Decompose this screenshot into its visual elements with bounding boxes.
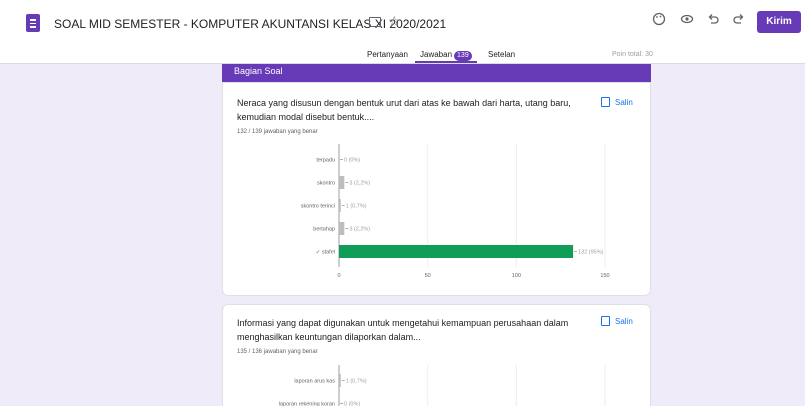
tab-questions[interactable]: Pertanyaan [367, 50, 408, 59]
response-bar-chart: laporan arus kas 1 (0,7%) laporan rekening… [279, 365, 606, 406]
tab-settings[interactable]: Setelan [488, 50, 515, 59]
bar [339, 176, 345, 189]
tab-responses-label: Jawaban [420, 50, 453, 59]
question-card: Neraca yang disusun dengan bentuk urut d… [222, 82, 651, 296]
send-button[interactable]: Kirim [757, 11, 801, 33]
forms-app-icon[interactable] [26, 14, 40, 32]
redo-icon[interactable] [730, 12, 748, 30]
category-label: skontro [317, 181, 335, 187]
section-header: Bagian Soal [222, 64, 651, 82]
x-tick-label: 150 [600, 273, 609, 279]
category-label: ✓ stafel [316, 250, 335, 256]
value-label: 132 (95%) [578, 250, 604, 256]
palette-icon[interactable] [650, 12, 668, 30]
folder-icon[interactable] [369, 17, 381, 27]
undo-icon[interactable] [704, 12, 722, 30]
category-label: laporan arus kas [294, 379, 335, 385]
tab-responses[interactable]: Jawaban 139 [420, 50, 472, 61]
x-tick-label: 100 [512, 273, 521, 279]
value-label: 1 (0,7%) [346, 204, 367, 210]
value-label: 1 (0,7%) [346, 379, 367, 385]
x-tick-label: 0 [337, 273, 340, 279]
bar [339, 222, 345, 235]
value-label: 3 (2,2%) [349, 227, 370, 233]
category-label: skontro terinci [301, 204, 335, 210]
bar [339, 199, 341, 212]
value-label: 0 (0%) [344, 158, 360, 164]
question-card: Informasi yang dapat digunakan untuk men… [222, 304, 651, 406]
star-icon[interactable]: ☆ [388, 13, 401, 30]
responses-count-badge: 139 [454, 51, 472, 61]
bar [339, 374, 341, 387]
x-tick-label: 50 [425, 273, 431, 279]
response-bar-chart: terpadu 0 (0%) skontro 3 (2,2%) skontro teri… [301, 144, 610, 279]
value-label: 3 (2,2%) [349, 181, 370, 187]
bar [339, 245, 574, 258]
value-label: 0 (0%) [344, 402, 360, 406]
tab-bar: Pertanyaan Jawaban 139 Setelan Poin total… [0, 46, 805, 64]
points-total: Poin total: 30 [612, 51, 653, 58]
category-label: bertahap [313, 227, 335, 233]
category-label: terpadu [316, 158, 335, 164]
top-bar: SOAL MID SEMESTER - KOMPUTER AKUNTANSI K… [0, 0, 805, 46]
category-label: laporan rekening koran [279, 402, 335, 406]
eye-icon[interactable] [678, 12, 696, 30]
active-tab-indicator [415, 61, 477, 63]
